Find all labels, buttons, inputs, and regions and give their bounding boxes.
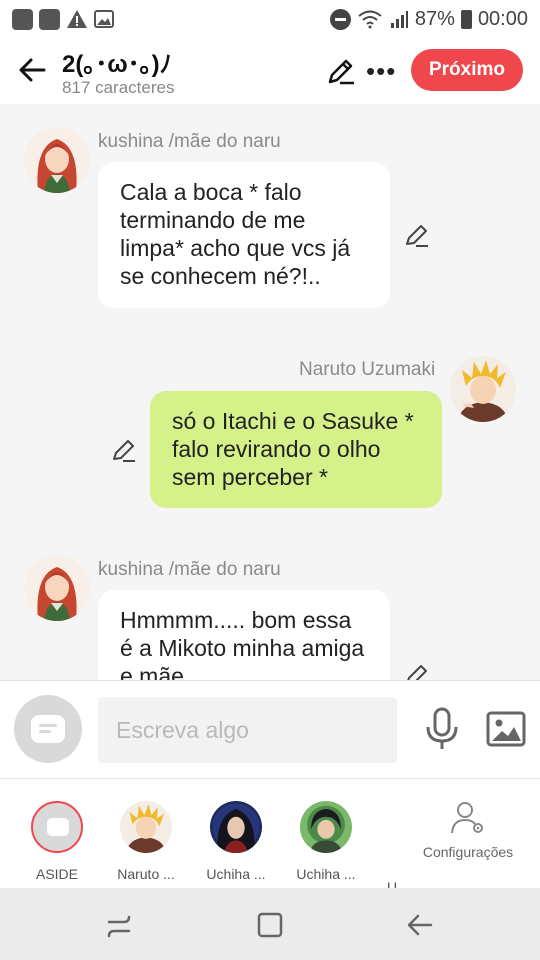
character-label: Naruto ... xyxy=(117,866,175,882)
settings-button[interactable]: Configurações xyxy=(420,801,516,860)
edit-message-icon[interactable] xyxy=(404,662,430,680)
app-root: 87% 00:00 2(｡･ω･｡)ﾉ 817 caracteres ••• P… xyxy=(0,0,540,960)
avatar xyxy=(210,801,262,853)
aside-avatar xyxy=(31,801,83,853)
avatar xyxy=(120,801,172,853)
app-notification-icon xyxy=(12,8,33,30)
chat-area[interactable]: kushina /mãe do naru Cala a boca * falo … xyxy=(0,104,540,680)
next-button[interactable]: Próximo xyxy=(411,49,523,91)
character-count: 817 caracteres xyxy=(62,78,175,97)
edit-message-icon[interactable] xyxy=(404,222,430,248)
avatar-naruto[interactable] xyxy=(450,356,516,422)
message-input-bar xyxy=(0,680,540,778)
message-bubble[interactable]: só o Itachi e o Sasuke * falo revirando … xyxy=(150,391,442,508)
character-label: ASIDE xyxy=(35,866,78,882)
sender-name: Naruto Uzumaki xyxy=(299,359,436,380)
more-options-icon[interactable]: ••• xyxy=(366,58,396,84)
system-status: 87% 00:00 xyxy=(329,7,528,31)
avatar xyxy=(300,801,352,853)
status-bar: 87% 00:00 xyxy=(0,0,540,38)
back-nav-icon[interactable] xyxy=(405,910,435,940)
message-input[interactable] xyxy=(98,697,397,763)
page-title: 2(｡･ω･｡)ﾉ xyxy=(62,51,172,78)
settings-label: Configurações xyxy=(422,844,514,860)
battery-percentage: 87% xyxy=(414,7,455,30)
user-settings-icon xyxy=(451,802,483,834)
image-upload-icon[interactable] xyxy=(486,711,526,747)
message-bubble[interactable]: Cala a boca * falo terminando de me limp… xyxy=(98,162,390,308)
signal-icon xyxy=(390,11,408,28)
edit-message-icon[interactable] xyxy=(111,437,137,463)
chat-bubble-icon xyxy=(31,715,65,743)
editor-header: 2(｡･ω･｡)ﾉ 817 caracteres ••• Próximo xyxy=(0,38,540,104)
character-naruto[interactable]: Naruto ... xyxy=(106,801,186,882)
home-icon[interactable] xyxy=(255,910,285,940)
chat-bubble-icon xyxy=(47,818,69,836)
do-not-disturb-icon xyxy=(329,8,351,30)
warning-icon xyxy=(67,10,87,28)
recent-apps-icon[interactable] xyxy=(104,910,134,940)
sender-name: kushina /mãe do naru xyxy=(98,559,281,580)
message-bubble[interactable]: Hmmmm..... bom essa é a Mikoto minha ami… xyxy=(98,590,390,680)
app-notification-icon xyxy=(39,8,60,30)
microphone-icon[interactable] xyxy=(424,707,460,751)
character-aside[interactable]: ASIDE xyxy=(17,801,97,882)
character-selector: ASIDE Naruto ... Uchiha ... Uchiha ... U… xyxy=(0,778,540,895)
character-label: Uchiha ... xyxy=(206,866,266,882)
narrator-toggle-button[interactable] xyxy=(14,695,82,763)
system-nav-bar xyxy=(0,888,540,960)
avatar-kushina[interactable] xyxy=(24,555,90,621)
edit-icon[interactable] xyxy=(326,56,356,86)
notification-icons xyxy=(12,8,114,30)
battery-icon xyxy=(460,9,472,29)
wifi-icon xyxy=(358,10,382,29)
image-notification-icon xyxy=(94,10,114,28)
back-arrow-icon[interactable] xyxy=(14,52,50,88)
sender-name: kushina /mãe do naru xyxy=(98,131,281,152)
clock: 00:00 xyxy=(477,7,528,30)
avatar-kushina[interactable] xyxy=(24,127,90,193)
character-uchiha-1[interactable]: Uchiha ... xyxy=(196,801,276,882)
